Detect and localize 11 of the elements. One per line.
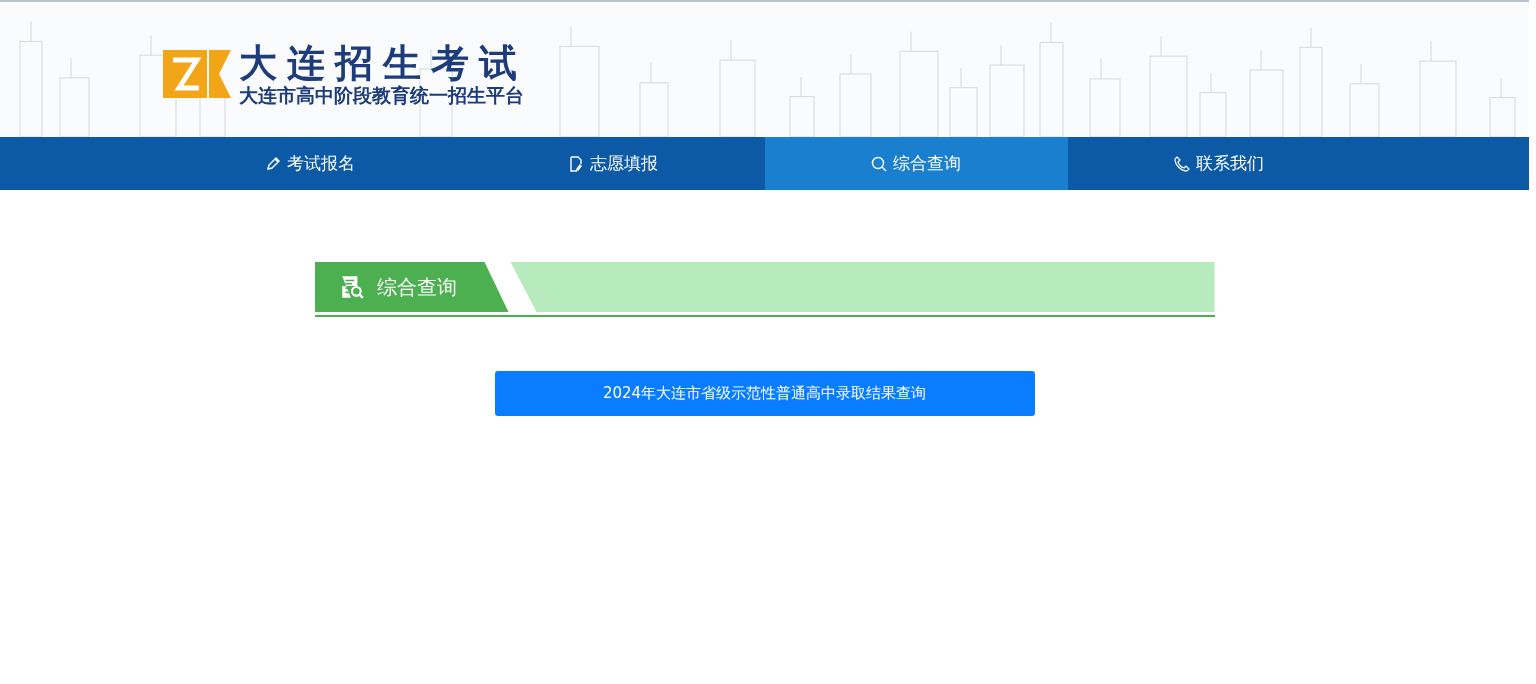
query-button[interactable]: 2024年大连市省级示范性普通高中录取结果查询	[494, 371, 1035, 416]
pencil-icon	[265, 155, 281, 172]
site-subtitle: 大连市高中阶段教育统一招生平台	[239, 84, 525, 106]
site-title: 大连招生考试	[239, 42, 527, 84]
nav-tab[interactable]: 志愿填报	[461, 137, 765, 190]
nav-tab[interactable]: 联系我们	[1067, 137, 1371, 190]
document-icon	[568, 155, 584, 172]
nav-tab[interactable]: 综合查询	[764, 137, 1068, 190]
phone-icon	[1174, 155, 1190, 172]
nav-tab[interactable]: 考试报名	[158, 137, 462, 190]
search-icon	[871, 155, 887, 172]
